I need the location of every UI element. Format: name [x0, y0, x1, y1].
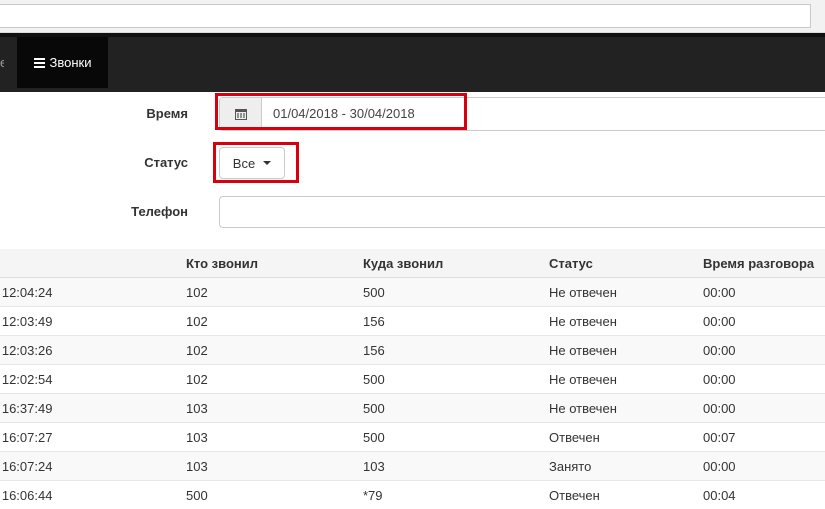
- col-header-time: [0, 249, 186, 278]
- cell-callee: 500: [363, 364, 549, 394]
- table-row[interactable]: 8 12:02:54 102 500 Не отвечен 00:00: [0, 364, 825, 394]
- cell-duration: 00:00: [703, 306, 825, 336]
- cell-time: 8 12:02:54: [0, 371, 53, 387]
- cell-caller: 103: [186, 451, 363, 481]
- cell-callee: 156: [363, 306, 549, 336]
- cell-status: Отвечен: [549, 422, 703, 452]
- phone-label: Телефон: [131, 204, 188, 219]
- cell-duration: 00:07: [703, 422, 825, 452]
- phone-input[interactable]: [219, 196, 825, 228]
- browser-toolbar: [0, 0, 825, 33]
- table-row[interactable]: 8 16:07:24 103 103 Занято 00:00: [0, 451, 825, 481]
- date-range-input[interactable]: 01/04/2018 - 30/04/2018: [262, 98, 415, 130]
- cell-duration: 00:00: [703, 451, 825, 481]
- status-dropdown-value: Все: [232, 155, 256, 171]
- cell-time: 8 12:03:49: [0, 313, 53, 329]
- cell-callee: 500: [363, 277, 549, 307]
- col-header-duration[interactable]: Время разговора: [703, 249, 825, 278]
- cell-duration: 00:00: [703, 364, 825, 394]
- table-header-row: Кто звонил Куда звонил Статус Время разг…: [0, 249, 825, 278]
- cell-caller: 102: [186, 364, 363, 394]
- caret-down-icon: [263, 161, 272, 165]
- navbar: e Звонки: [0, 33, 825, 92]
- cell-caller: 103: [186, 422, 363, 452]
- time-label: Время: [146, 106, 188, 121]
- cell-status: Не отвечен: [549, 335, 703, 365]
- menu-icon: [33, 58, 45, 68]
- cell-duration: 00:04: [703, 480, 825, 509]
- nav-item-calls[interactable]: Звонки: [17, 37, 108, 88]
- cell-duration: 00:00: [703, 277, 825, 307]
- cell-status: Не отвечен: [549, 364, 703, 394]
- status-dropdown[interactable]: Все: [219, 147, 285, 179]
- date-range-picker[interactable]: 01/04/2018 - 30/04/2018: [219, 97, 825, 131]
- nav-item-calls-label: Звонки: [49, 55, 92, 70]
- col-header-status[interactable]: Статус: [549, 249, 703, 278]
- table-row[interactable]: 8 16:06:44 500 *79 Отвечен 00:04: [0, 480, 825, 509]
- cell-caller: 102: [186, 306, 363, 336]
- cell-caller: 102: [186, 335, 363, 365]
- cell-caller: 500: [186, 480, 363, 509]
- status-label: Статус: [144, 155, 188, 170]
- cell-callee: 500: [363, 393, 549, 423]
- cell-time: 8 16:06:44: [0, 487, 53, 503]
- cell-time: 8 12:03:26: [0, 342, 53, 358]
- cell-status: Не отвечен: [549, 306, 703, 336]
- cell-callee: 103: [363, 451, 549, 481]
- cell-time: 8 16:37:49: [0, 400, 53, 416]
- cell-time: 8 16:07:27: [0, 429, 53, 445]
- cell-status: Не отвечен: [549, 277, 703, 307]
- table-row[interactable]: 8 12:04:24 102 500 Не отвечен 00:00: [0, 277, 825, 307]
- nav-clipped-item[interactable]: e: [0, 55, 4, 70]
- table-row[interactable]: 8 12:03:49 102 156 Не отвечен 00:00: [0, 306, 825, 336]
- cell-duration: 00:00: [703, 393, 825, 423]
- cell-caller: 102: [186, 277, 363, 307]
- calls-table: Кто звонил Куда звонил Статус Время разг…: [0, 249, 825, 509]
- table-row[interactable]: 8 12:03:26 102 156 Не отвечен 00:00: [0, 335, 825, 365]
- col-header-caller[interactable]: Кто звонил: [186, 249, 363, 278]
- table-row[interactable]: 8 16:07:27 103 500 Отвечен 00:07: [0, 422, 825, 452]
- address-bar[interactable]: [0, 4, 811, 28]
- cell-time: 8 12:04:24: [0, 284, 53, 300]
- table-row[interactable]: 8 16:37:49 103 500 Не отвечен 00:00: [0, 393, 825, 423]
- cell-status: Не отвечен: [549, 393, 703, 423]
- cell-duration: 00:00: [703, 335, 825, 365]
- cell-callee: 156: [363, 335, 549, 365]
- calendar-icon: [234, 108, 247, 120]
- calendar-addon[interactable]: [220, 98, 262, 130]
- cell-status: Отвечен: [549, 480, 703, 509]
- cell-caller: 103: [186, 393, 363, 423]
- cell-callee: *79: [363, 480, 549, 509]
- cell-status: Занято: [549, 451, 703, 481]
- cell-time: 8 16:07:24: [0, 458, 53, 474]
- cell-callee: 500: [363, 422, 549, 452]
- col-header-callee[interactable]: Куда звонил: [363, 249, 549, 278]
